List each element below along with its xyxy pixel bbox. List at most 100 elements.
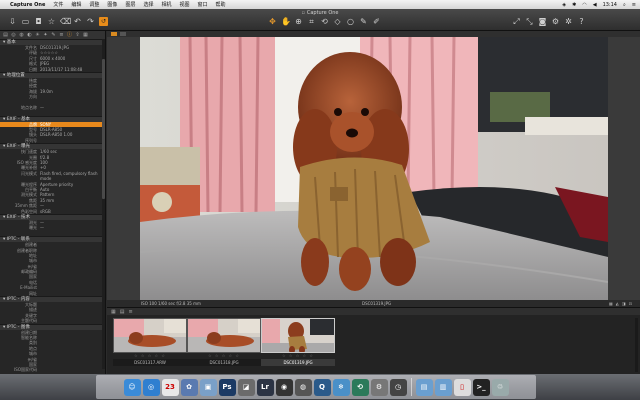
menu-adjust[interactable]: 调整	[89, 1, 99, 8]
keystone-tool-icon[interactable]: ◇	[333, 17, 342, 26]
preview-icon[interactable]: ▣	[199, 379, 217, 396]
metadata-row[interactable]: 主题代码	[0, 318, 105, 323]
lens-tab-icon[interactable]: ◍	[18, 32, 25, 38]
metadata-value[interactable]	[40, 318, 105, 323]
clock[interactable]: 13:14	[603, 2, 617, 8]
grid-icon[interactable]: ▦	[609, 300, 613, 307]
metadata-value[interactable]: sRGB	[40, 209, 105, 214]
metadata-row[interactable]: ISO国家代码	[0, 367, 105, 372]
app-menu[interactable]: Capture One	[10, 2, 45, 8]
single-view-icon[interactable]	[111, 32, 117, 36]
batch-tab-icon[interactable]: ▦	[82, 32, 89, 38]
detail-tab-icon[interactable]: ✦	[42, 32, 49, 38]
aperture-icon[interactable]: ◍	[294, 379, 312, 396]
settings-icon[interactable]: ✲	[564, 17, 573, 26]
menu-image[interactable]: 图像	[107, 1, 117, 8]
redo-icon[interactable]: ↷	[86, 17, 95, 26]
activity-monitor-icon[interactable]: ◷	[389, 379, 407, 396]
lightroom-icon[interactable]: Lr	[256, 379, 274, 396]
color-tab-icon[interactable]: ◐	[26, 32, 33, 38]
thumbnail[interactable]: ☆ ☆ ☆ ☆ ☆ DSC01319.JPG	[261, 318, 335, 368]
file-icon[interactable]: ▯	[453, 379, 471, 396]
thumbnail-image[interactable]	[187, 318, 261, 353]
pointer-tool-icon[interactable]: ✥	[268, 17, 277, 26]
picker-tool-icon[interactable]: ✐	[372, 17, 381, 26]
exposure-warning-icon[interactable]: ◭	[616, 300, 619, 307]
wifi-icon[interactable]: ◠	[582, 2, 586, 8]
menu-layer[interactable]: 图层	[125, 1, 135, 8]
apply-adjustments-icon[interactable]: ⤡	[525, 17, 534, 26]
volume-icon[interactable]: ◀	[593, 2, 597, 8]
brush-tool-icon[interactable]: ✎	[359, 17, 368, 26]
thumbnail-image[interactable]	[261, 318, 335, 353]
documents-folder-icon[interactable]: ▥	[434, 379, 452, 396]
rating-icon[interactable]: ☆	[47, 17, 56, 26]
library-tab-icon[interactable]: ▤	[2, 32, 9, 38]
capture-one-icon[interactable]: ◉	[275, 379, 293, 396]
zoom-fit-icon[interactable]: ⊡	[629, 300, 632, 307]
camera-icon[interactable]: ◘	[34, 17, 43, 26]
menu-help[interactable]: 帮助	[216, 1, 226, 8]
menu-window[interactable]: 窗口	[198, 1, 208, 8]
snowflake-icon[interactable]: ❄	[332, 379, 350, 396]
copy-adjustments-icon[interactable]: ⤢	[512, 17, 521, 26]
thumbnail-image[interactable]	[113, 318, 187, 353]
local-tab-icon[interactable]: ✎	[50, 32, 57, 38]
dropbox-icon[interactable]: ◈	[562, 2, 566, 8]
folder-icon[interactable]: ▭	[21, 17, 30, 26]
import-icon[interactable]: ⇩	[8, 17, 17, 26]
finder-icon[interactable]: ☺	[123, 379, 141, 396]
crop-tool-icon[interactable]: ⌗	[307, 17, 316, 26]
menu-edit[interactable]: 编辑	[71, 1, 81, 8]
system-preferences-icon[interactable]: ⚙	[370, 379, 388, 396]
left-panel-scrollbar[interactable]	[102, 39, 105, 369]
process-icon[interactable]: ⚙	[551, 17, 560, 26]
photoshop-icon[interactable]: Ps	[218, 379, 236, 396]
bluetooth-icon[interactable]: ✱	[572, 2, 576, 8]
metadata-value[interactable]	[40, 231, 105, 236]
safari-icon[interactable]: ◎	[142, 379, 160, 396]
quicktime-icon[interactable]: Q	[313, 379, 331, 396]
trash-icon[interactable]: ♲	[491, 379, 509, 396]
metadata-value[interactable]	[40, 138, 105, 143]
proof-icon[interactable]: ◨	[622, 300, 626, 307]
photoshop-alt-icon[interactable]: ◪	[237, 379, 255, 396]
menu-file[interactable]: 文件	[53, 1, 63, 8]
trash-toolbar-icon[interactable]: ⌫	[60, 17, 71, 26]
menu-view[interactable]: 视图	[179, 1, 189, 8]
spot-tool-icon[interactable]: ○	[346, 17, 355, 26]
metadata-value[interactable]: 2013/11/17 11:08:48	[40, 67, 105, 72]
output-tab-icon[interactable]: ⇪	[74, 32, 81, 38]
capture-tab-icon[interactable]: ◎	[10, 32, 17, 38]
thumbnail[interactable]: ☆ ☆ ☆ ☆ ☆ DSC01318.JPG	[187, 318, 261, 368]
exposure-tab-icon[interactable]: ☀	[34, 32, 41, 38]
rotate-tool-icon[interactable]: ⟲	[320, 17, 329, 26]
filmstrip-view-icon[interactable]: ▤	[120, 309, 125, 315]
applications-folder-icon[interactable]: ▤	[415, 379, 433, 396]
spotlight-icon[interactable]: ⌕	[623, 2, 626, 8]
metadata-row[interactable]	[0, 231, 105, 236]
multi-view-icon[interactable]	[120, 32, 126, 36]
menu-camera[interactable]: 相机	[161, 1, 171, 8]
iphoto-icon[interactable]: ✿	[180, 379, 198, 396]
metadata-row[interactable]: 色彩空间 sRGB	[0, 209, 105, 214]
help-icon[interactable]: ?	[577, 17, 586, 26]
browser-scrollbar[interactable]	[635, 318, 638, 372]
main-photo[interactable]	[140, 37, 608, 300]
metadata-row[interactable]: 日期 2013/11/17 11:08:48	[0, 67, 105, 72]
metadata-row[interactable]: 网址	[0, 291, 105, 296]
metadata-tab-icon[interactable]: ⓘ	[66, 32, 73, 38]
metadata-value[interactable]	[40, 367, 105, 372]
grid-view-icon[interactable]: ▦	[111, 309, 116, 315]
terminal-icon[interactable]: >_	[472, 379, 490, 396]
capture-icon[interactable]: ◙	[538, 17, 547, 26]
adjustments-tab-icon[interactable]: ≡	[58, 32, 65, 38]
thumbnail[interactable]: ☆ ☆ ☆ ☆ ☆ DSC01317.ARW	[113, 318, 187, 368]
notification-icon[interactable]: ≡	[632, 2, 636, 8]
undo-icon[interactable]: ↶	[73, 17, 82, 26]
calendar-icon[interactable]: 23	[161, 379, 179, 396]
time-machine-icon[interactable]: ⟲	[351, 379, 369, 396]
metadata-value[interactable]	[40, 291, 105, 296]
reset-icon[interactable]: ↺	[99, 17, 108, 26]
metadata-row[interactable]	[0, 110, 105, 115]
